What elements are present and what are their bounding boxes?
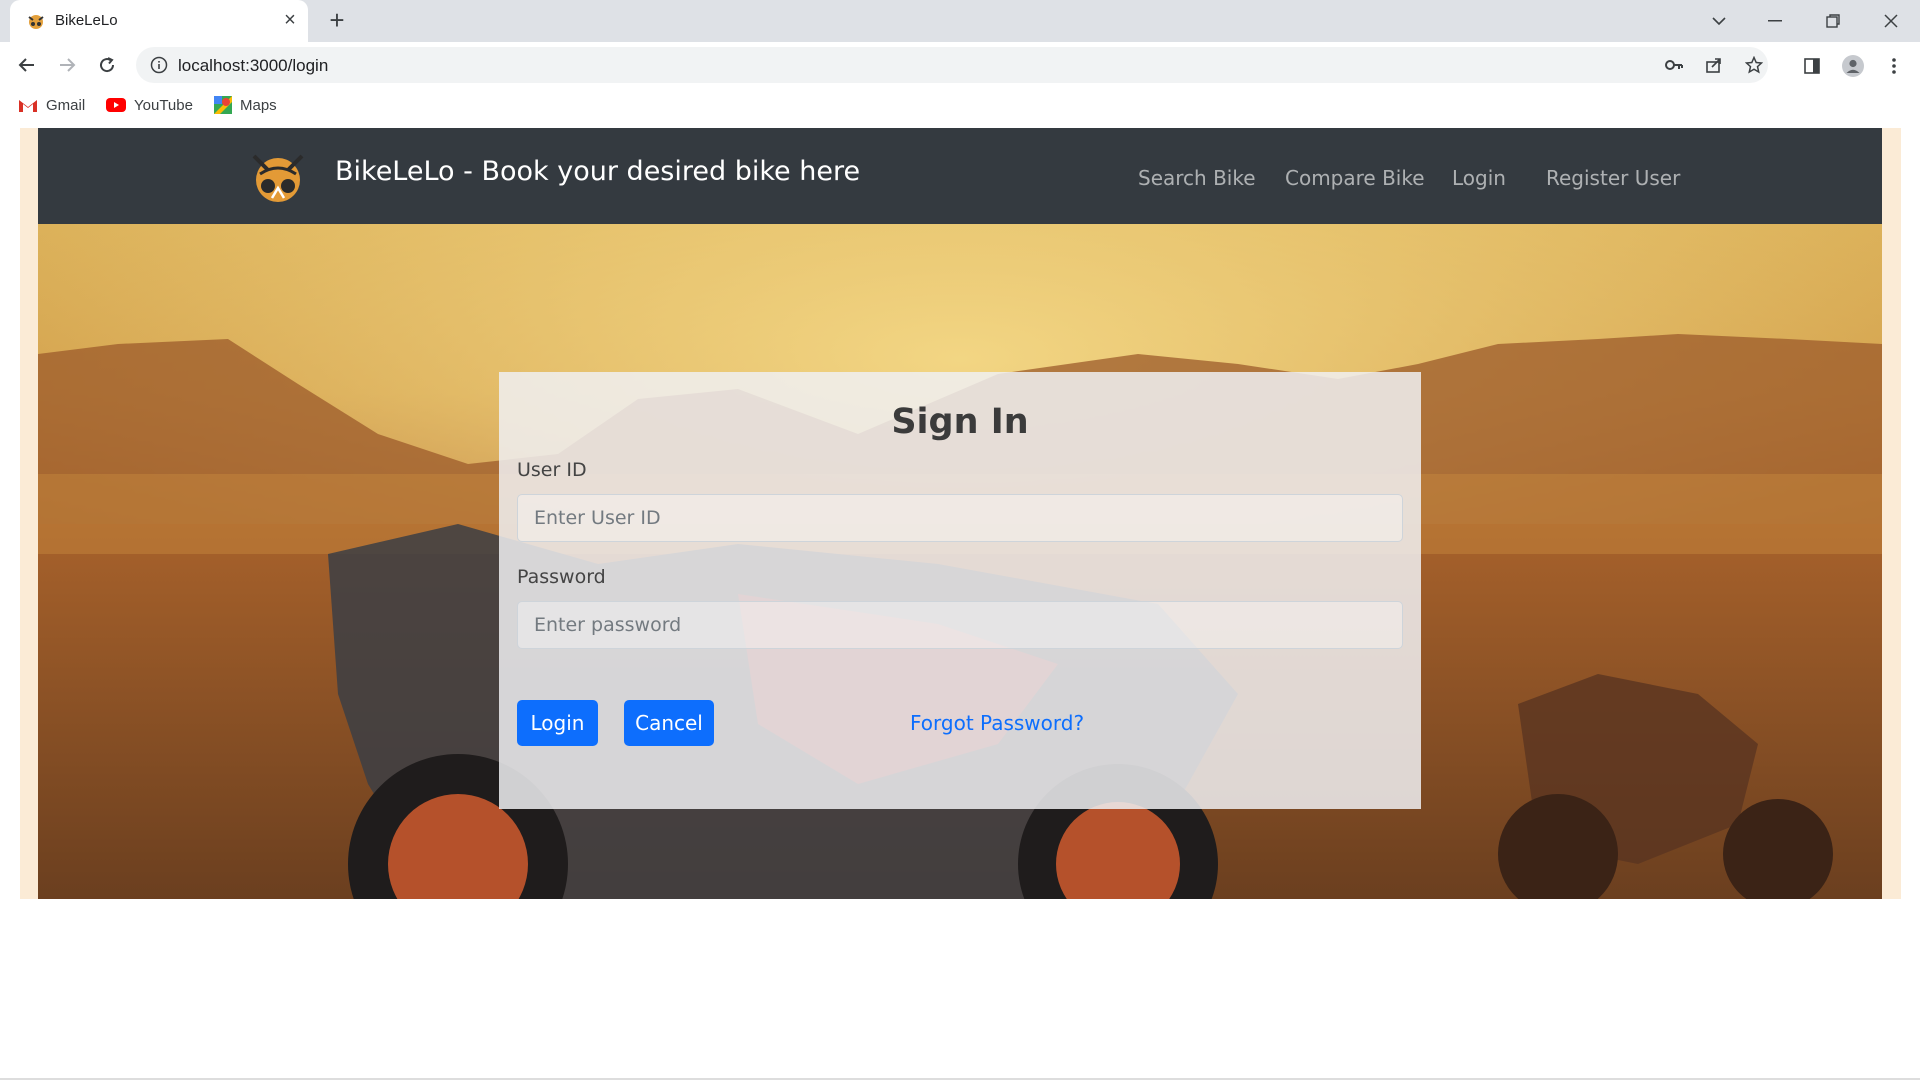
browser-tabstrip: BikeLeLo × + (0, 0, 1920, 42)
browser-toolbar: localhost:3000/login (0, 42, 1920, 88)
bookmark-label: Maps (240, 96, 277, 114)
minimize-icon[interactable] (1752, 6, 1798, 36)
sign-in-title: Sign In (891, 402, 1029, 442)
gmail-icon (19, 100, 37, 112)
bikelelo-favicon-icon (28, 15, 44, 29)
forgot-password-link[interactable]: Forgot Password? (910, 711, 1084, 735)
user-id-input[interactable] (517, 494, 1403, 542)
side-panel-icon[interactable] (1801, 55, 1823, 77)
key-icon[interactable] (1664, 55, 1684, 75)
browser-tab[interactable]: BikeLeLo × (10, 0, 308, 42)
close-tab-icon[interactable]: × (280, 10, 300, 30)
back-icon[interactable] (12, 50, 42, 80)
bookmark-gmail[interactable]: Gmail (18, 93, 85, 117)
bookmark-label: Gmail (46, 96, 86, 114)
reload-icon[interactable] (92, 50, 122, 80)
bookmark-maps[interactable]: Maps (214, 93, 277, 117)
new-tab-icon[interactable]: + (325, 7, 349, 33)
youtube-icon (106, 98, 126, 112)
bookmark-label: YouTube (134, 96, 193, 114)
nav-link-register-user[interactable]: Register User (1546, 166, 1680, 190)
nav-link-search-bike[interactable]: Search Bike (1138, 166, 1256, 190)
brand-title[interactable]: BikeLeLo - Book your desired bike here (335, 156, 860, 187)
bookmarks-bar: Gmail YouTube Maps (0, 88, 1920, 122)
site-info-icon[interactable] (150, 56, 168, 74)
maps-icon (214, 96, 232, 114)
user-id-label: User ID (517, 459, 587, 481)
restore-icon[interactable] (1810, 6, 1856, 36)
forward-icon[interactable] (52, 50, 82, 80)
sign-in-card: Sign In User ID Password Login Cancel Fo… (499, 372, 1421, 809)
top-navbar: BikeLeLo - Book your desired bike here S… (38, 128, 1882, 224)
tab-search-icon[interactable] (1696, 6, 1742, 36)
bookmark-youtube[interactable]: YouTube (106, 93, 193, 117)
menu-kebab-icon[interactable] (1883, 55, 1905, 77)
password-input[interactable] (517, 601, 1403, 649)
cancel-button[interactable]: Cancel (624, 700, 714, 746)
nav-link-compare-bike[interactable]: Compare Bike (1285, 166, 1425, 190)
bikelelo-logo-icon[interactable] (246, 144, 310, 208)
nav-link-login[interactable]: Login (1452, 166, 1506, 190)
share-icon[interactable] (1704, 55, 1724, 75)
tab-title: BikeLeLo (55, 12, 118, 29)
url-text[interactable]: localhost:3000/login (178, 56, 328, 76)
bookmark-star-icon[interactable] (1744, 55, 1764, 75)
profile-avatar-icon[interactable] (1842, 55, 1864, 77)
password-label: Password (517, 566, 606, 588)
login-button[interactable]: Login (517, 700, 598, 746)
address-bar[interactable]: localhost:3000/login (136, 47, 1768, 83)
close-window-icon[interactable] (1868, 6, 1914, 36)
